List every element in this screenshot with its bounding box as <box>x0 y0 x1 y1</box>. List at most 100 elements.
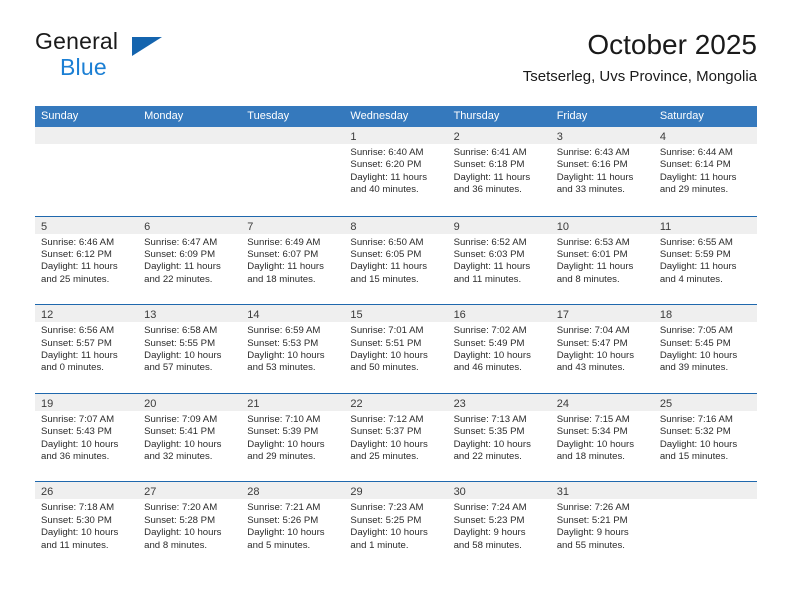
day-cell[interactable]: 15 Sunrise: 7:01 AM Sunset: 5:51 PM Dayl… <box>344 305 448 393</box>
sunset-text: Sunset: 5:37 PM <box>350 426 422 438</box>
day-cell[interactable]: 25 Sunrise: 7:16 AM Sunset: 5:32 PM Dayl… <box>653 393 757 482</box>
sunrise-text: Sunrise: 7:26 AM <box>556 502 630 514</box>
sunrise-text: Sunrise: 7:07 AM <box>41 413 115 425</box>
day-cell[interactable]: 12 Sunrise: 6:56 AM Sunset: 5:57 PM Dayl… <box>35 305 139 393</box>
daylight-text-line2: and 40 minutes. <box>350 184 419 196</box>
day-cell[interactable]: 16 Sunrise: 7:02 AM Sunset: 5:49 PM Dayl… <box>447 305 551 393</box>
day-cell[interactable]: 5 Sunrise: 6:46 AM Sunset: 6:12 PM Dayli… <box>35 216 139 305</box>
day-cell[interactable]: 23 Sunrise: 7:13 AM Sunset: 5:35 PM Dayl… <box>447 393 551 482</box>
day-number-band: 14 <box>241 305 345 323</box>
daylight-text-line1: Daylight: 10 hours <box>453 350 531 361</box>
day-cell[interactable]: 20 Sunrise: 7:09 AM Sunset: 5:41 PM Dayl… <box>138 393 242 482</box>
day-cell[interactable]: 2 Sunrise: 6:41 AM Sunset: 6:18 PM Dayli… <box>447 127 551 216</box>
daylight-text-line1: Daylight: 11 hours <box>247 261 324 273</box>
daylight-text-line2: and 25 minutes. <box>41 273 110 285</box>
day-cell[interactable]: 8 Sunrise: 6:50 AM Sunset: 6:05 PM Dayli… <box>344 216 448 305</box>
day-cell[interactable]: 21 Sunrise: 7:10 AM Sunset: 5:39 PM Dayl… <box>241 393 345 482</box>
day-number-band: 30 <box>447 482 551 500</box>
sunset-text: Sunset: 6:20 PM <box>350 159 422 171</box>
sunrise-text: Sunrise: 7:09 AM <box>144 413 218 425</box>
daylight-text-line2: and 8 minutes. <box>144 539 208 551</box>
daylight-text-line2: and 33 minutes. <box>556 184 625 196</box>
day-cell[interactable]: 31 Sunrise: 7:26 AM Sunset: 5:21 PM Dayl… <box>550 482 654 570</box>
day-cell[interactable] <box>138 127 242 216</box>
daylight-text-line2: and 29 minutes. <box>247 451 316 462</box>
day-cell[interactable]: 24 Sunrise: 7:15 AM Sunset: 5:34 PM Dayl… <box>550 393 654 482</box>
day-cell[interactable] <box>35 127 139 216</box>
daylight-text-line2: and 18 minutes. <box>247 273 316 285</box>
day-number: 27 <box>144 486 157 499</box>
daylight-text-line1: Daylight: 11 hours <box>659 171 737 183</box>
daylight-text-line2: and 25 minutes. <box>350 451 419 462</box>
sunrise-text: Sunrise: 7:16 AM <box>659 413 733 425</box>
sunrise-text: Sunrise: 7:04 AM <box>556 325 630 337</box>
day-cell[interactable]: 26 Sunrise: 7:18 AM Sunset: 5:30 PM Dayl… <box>35 482 139 570</box>
day-details: Sunrise: 6:58 AM Sunset: 5:55 PM Dayligh… <box>138 322 241 375</box>
day-cell[interactable]: 22 Sunrise: 7:12 AM Sunset: 5:37 PM Dayl… <box>344 393 448 482</box>
day-cell[interactable]: 6 Sunrise: 6:47 AM Sunset: 6:09 PM Dayli… <box>138 216 242 305</box>
day-number-band: 19 <box>35 393 139 411</box>
day-cell[interactable] <box>241 127 345 216</box>
day-cell[interactable]: 27 Sunrise: 7:20 AM Sunset: 5:28 PM Dayl… <box>138 482 242 570</box>
day-cell[interactable]: 10 Sunrise: 6:53 AM Sunset: 6:01 PM Dayl… <box>550 216 654 305</box>
day-number: 21 <box>247 397 260 410</box>
day-number: 12 <box>41 309 54 322</box>
day-cell[interactable]: 14 Sunrise: 6:59 AM Sunset: 5:53 PM Dayl… <box>241 305 345 393</box>
sunset-text: Sunset: 6:09 PM <box>144 249 216 260</box>
sunrise-text: Sunrise: 7:05 AM <box>659 325 733 337</box>
day-cell[interactable]: 30 Sunrise: 7:24 AM Sunset: 5:23 PM Dayl… <box>447 482 551 570</box>
sunset-text: Sunset: 5:35 PM <box>453 426 525 438</box>
day-number: 15 <box>350 309 363 322</box>
daylight-text-line2: and 5 minutes. <box>247 539 311 551</box>
day-cell[interactable]: 18 Sunrise: 7:05 AM Sunset: 5:45 PM Dayl… <box>653 305 757 393</box>
daylight-text-line1: Daylight: 9 hours <box>556 527 629 539</box>
sunrise-text: Sunrise: 6:52 AM <box>453 236 527 248</box>
day-number-band <box>138 127 242 144</box>
sunrise-text: Sunrise: 7:20 AM <box>144 502 218 514</box>
day-number-band: 26 <box>35 482 139 500</box>
day-number-band: 10 <box>550 216 654 234</box>
day-details: Sunrise: 6:47 AM Sunset: 6:09 PM Dayligh… <box>138 234 241 287</box>
day-cell[interactable]: 9 Sunrise: 6:52 AM Sunset: 6:03 PM Dayli… <box>447 216 551 305</box>
daylight-text-line2: and 58 minutes. <box>453 539 522 551</box>
day-details: Sunrise: 7:15 AM Sunset: 5:34 PM Dayligh… <box>551 411 654 464</box>
brand-triangle-icon <box>132 37 162 56</box>
day-cell[interactable] <box>653 482 757 570</box>
daylight-text-line1: Daylight: 10 hours <box>41 527 119 539</box>
day-number: 13 <box>144 309 157 322</box>
sunset-text: Sunset: 6:14 PM <box>659 159 731 171</box>
day-number-band: 11 <box>653 216 757 234</box>
sunrise-text: Sunrise: 6:56 AM <box>41 325 115 337</box>
day-number-band: 16 <box>447 305 551 323</box>
day-cell[interactable]: 1 Sunrise: 6:40 AM Sunset: 6:20 PM Dayli… <box>344 127 448 216</box>
day-cell[interactable]: 13 Sunrise: 6:58 AM Sunset: 5:55 PM Dayl… <box>138 305 242 393</box>
day-cell[interactable]: 19 Sunrise: 7:07 AM Sunset: 5:43 PM Dayl… <box>35 393 139 482</box>
day-number: 20 <box>144 397 157 410</box>
daylight-text-line2: and 36 minutes. <box>41 451 110 462</box>
day-cell[interactable]: 4 Sunrise: 6:44 AM Sunset: 6:14 PM Dayli… <box>653 127 757 216</box>
day-cell[interactable]: 11 Sunrise: 6:55 AM Sunset: 5:59 PM Dayl… <box>653 216 757 305</box>
day-cell[interactable]: 29 Sunrise: 7:23 AM Sunset: 5:25 PM Dayl… <box>344 482 448 570</box>
day-number: 29 <box>350 486 363 499</box>
sunset-text: Sunset: 5:34 PM <box>556 426 628 438</box>
day-cell[interactable]: 28 Sunrise: 7:21 AM Sunset: 5:26 PM Dayl… <box>241 482 345 570</box>
day-details <box>654 499 757 502</box>
sunset-text: Sunset: 5:55 PM <box>144 337 216 349</box>
sunset-text: Sunset: 5:53 PM <box>247 337 319 349</box>
day-number-band: 12 <box>35 305 139 323</box>
day-number-band: 28 <box>241 482 345 500</box>
title-block: October 2025 Tsetserleg, Uvs Province, M… <box>523 28 757 88</box>
day-details: Sunrise: 6:49 AM Sunset: 6:07 PM Dayligh… <box>241 234 344 287</box>
day-cell[interactable]: 3 Sunrise: 6:43 AM Sunset: 6:16 PM Dayli… <box>550 127 654 216</box>
day-cell[interactable]: 7 Sunrise: 6:49 AM Sunset: 6:07 PM Dayli… <box>241 216 345 305</box>
calendar-page: General Blue October 2025 Tsetserleg, Uv… <box>0 0 792 612</box>
sunset-text: Sunset: 5:39 PM <box>247 426 319 438</box>
sunrise-text: Sunrise: 6:58 AM <box>144 325 218 337</box>
day-details: Sunrise: 6:46 AM Sunset: 6:12 PM Dayligh… <box>35 234 138 287</box>
day-number: 14 <box>247 309 260 322</box>
daylight-text-line1: Daylight: 10 hours <box>41 438 119 450</box>
sunrise-text: Sunrise: 6:55 AM <box>659 236 733 248</box>
day-number: 6 <box>144 220 151 233</box>
sunset-text: Sunset: 6:01 PM <box>556 249 628 260</box>
day-cell[interactable]: 17 Sunrise: 7:04 AM Sunset: 5:47 PM Dayl… <box>550 305 654 393</box>
